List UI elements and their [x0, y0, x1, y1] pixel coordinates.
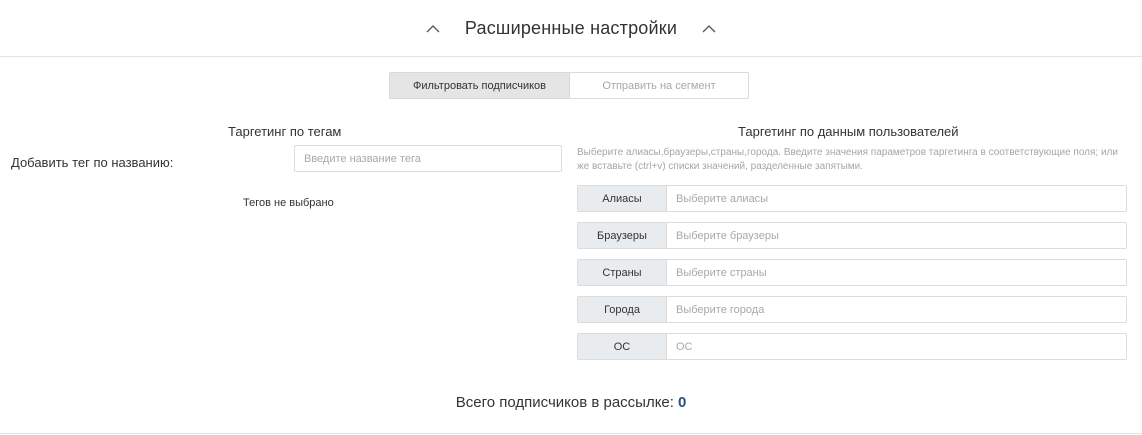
os-input[interactable] — [667, 334, 1126, 359]
targeting-hint: Выберите алиасы,браузеры,страны,города. … — [577, 147, 1118, 172]
tag-targeting-title: Таргетинг по тегам — [228, 124, 342, 139]
no-tags-message: Тегов не выбрано — [243, 197, 334, 209]
subscribers-total-label: Всего подписчиков в рассылке: — [455, 394, 674, 411]
advanced-settings-header[interactable]: Расширенные настройки — [0, 0, 1142, 57]
countries-field: Страны — [577, 259, 1127, 286]
browsers-field: Браузеры — [577, 222, 1127, 249]
filter-subscribers-tab[interactable]: Фильтровать подписчиков — [390, 73, 569, 98]
countries-input[interactable] — [667, 260, 1126, 285]
cities-input[interactable] — [667, 297, 1126, 322]
send-to-segment-tab[interactable]: Отправить на сегмент — [569, 73, 748, 98]
user-targeting-title: Таргетинг по данным пользователей — [738, 124, 959, 139]
chevron-up-icon[interactable] — [419, 18, 447, 38]
cities-label: Города — [578, 297, 667, 322]
browsers-label: Браузеры — [578, 223, 667, 248]
advanced-settings-title[interactable]: Расширенные настройки — [465, 18, 677, 39]
os-label: ОС — [578, 334, 667, 359]
aliases-label: Алиасы — [578, 186, 667, 211]
cities-field: Города — [577, 296, 1127, 323]
bottom-divider — [0, 433, 1142, 434]
subscribers-total-count: 0 — [677, 394, 687, 411]
add-tag-label: Добавить тег по названию: — [11, 155, 174, 170]
countries-label: Страны — [578, 260, 667, 285]
aliases-input[interactable] — [667, 186, 1126, 211]
aliases-field: Алиасы — [577, 185, 1127, 212]
browsers-input[interactable] — [667, 223, 1126, 248]
mode-toggle: Фильтровать подписчиков Отправить на сег… — [389, 72, 749, 99]
os-field: ОС — [577, 333, 1127, 360]
subscribers-total: Всего подписчиков в рассылке: 0 — [0, 394, 1142, 411]
chevron-up-icon[interactable] — [695, 18, 723, 38]
tag-name-input[interactable] — [294, 145, 562, 172]
